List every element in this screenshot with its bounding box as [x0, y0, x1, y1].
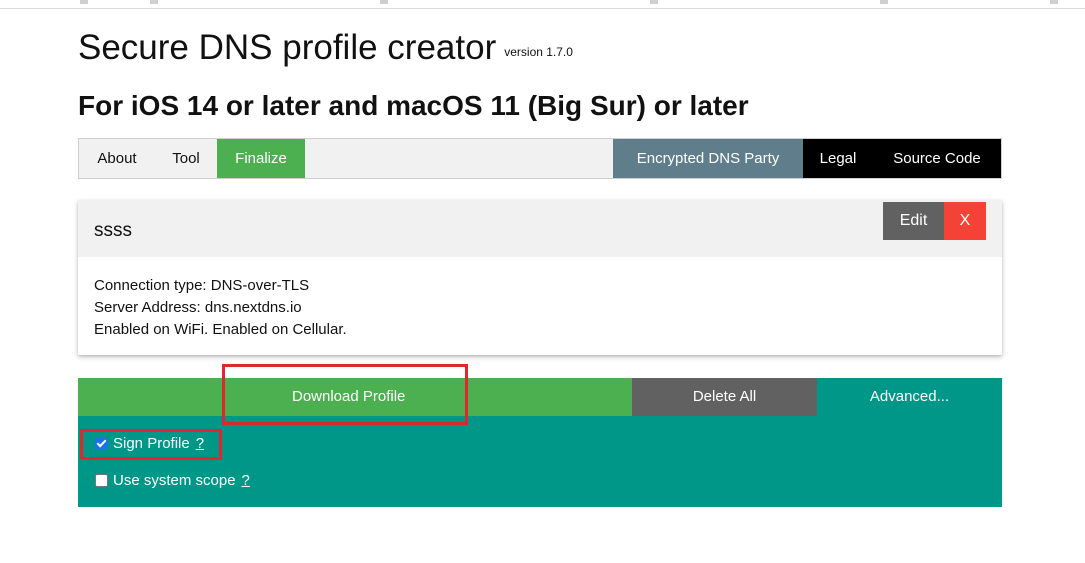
sign-profile-option[interactable]: Sign Profile ? — [95, 435, 204, 452]
toolbar-icon — [150, 0, 158, 4]
page-title-text: Secure DNS profile creator — [78, 28, 497, 67]
download-profile-button[interactable]: Download Profile — [78, 378, 632, 416]
profile-card-header: ssss Edit X — [78, 200, 1002, 257]
browser-toolbar-strip — [0, 0, 1085, 9]
advanced-button[interactable]: Advanced... — [817, 378, 1002, 416]
download-profile-label: Download Profile — [292, 388, 406, 405]
toolbar-icon — [880, 0, 888, 4]
top-nav-bar: About Tool Finalize Encrypted DNS Party … — [78, 138, 1002, 179]
toolbar-icon — [1050, 0, 1058, 4]
sign-profile-checkbox[interactable] — [95, 437, 108, 450]
profile-name: ssss — [94, 220, 132, 241]
sign-profile-help-link[interactable]: ? — [196, 435, 204, 452]
server-address: Server Address: dns.nextdns.io — [94, 299, 302, 316]
system-scope-checkbox[interactable] — [95, 474, 108, 487]
connection-type: Connection type: DNS-over-TLS — [94, 277, 310, 294]
system-scope-help-link[interactable]: ? — [242, 472, 250, 489]
page-title: Secure DNS profile creator version 1.7.0 — [78, 28, 573, 68]
profile-card: ssss Edit X Connection type: DNS-over-TL… — [78, 200, 1002, 355]
page-subtitle: For iOS 14 or later and macOS 11 (Big Su… — [78, 90, 749, 121]
toolbar-icon — [80, 0, 88, 4]
system-scope-label: Use system scope — [113, 472, 236, 489]
enabled-networks: Enabled on WiFi. Enabled on Cellular. — [94, 321, 347, 338]
sign-profile-label: Sign Profile — [113, 435, 190, 452]
nav-legal[interactable]: Legal — [803, 139, 873, 178]
edit-button[interactable]: Edit — [883, 202, 944, 240]
version-label: version 1.7.0 — [504, 45, 573, 59]
nav-about[interactable]: About — [79, 139, 155, 178]
toolbar-icon — [650, 0, 658, 4]
system-scope-option[interactable]: Use system scope ? — [95, 472, 250, 489]
actions-panel: Download Profile Delete All Advanced... … — [78, 378, 1002, 507]
nav-tool[interactable]: Tool — [155, 139, 217, 178]
delete-all-button[interactable]: Delete All — [632, 378, 817, 416]
nav-source-code[interactable]: Source Code — [873, 139, 1001, 178]
profile-details: Connection type: DNS-over-TLS Server Add… — [94, 275, 347, 341]
nav-encrypted-dns-party[interactable]: Encrypted DNS Party — [613, 139, 803, 178]
nav-finalize[interactable]: Finalize — [217, 139, 305, 178]
toolbar-icon — [380, 0, 388, 4]
remove-profile-button[interactable]: X — [944, 202, 986, 240]
